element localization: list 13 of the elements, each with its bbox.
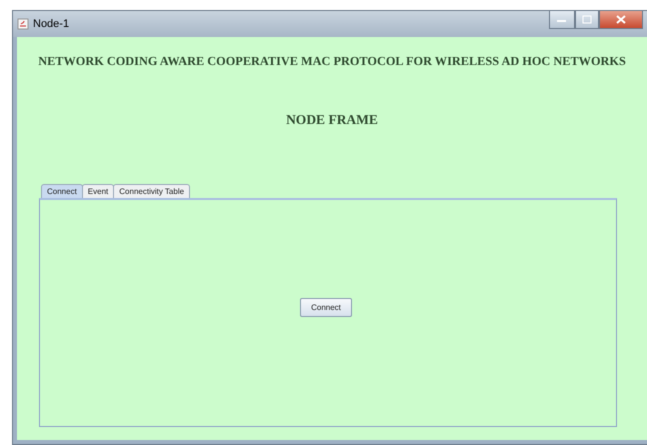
close-icon (616, 15, 626, 24)
minimize-icon (557, 18, 567, 22)
window-title: Node-1 (33, 18, 70, 30)
tab[interactable]: Connect (41, 184, 83, 198)
minimize-button[interactable] (549, 11, 575, 29)
maximize-icon (582, 15, 592, 24)
maximize-button[interactable] (575, 11, 599, 29)
connect-button[interactable]: Connect (300, 298, 352, 316)
tab[interactable]: Connectivity Table (113, 184, 190, 198)
frame-heading: NODE FRAME (286, 112, 378, 128)
close-button[interactable] (599, 11, 643, 29)
app-heading: NETWORK CODING AWARE COOPERATIVE MAC PROTOCOL FOR WIRELESS AD HOC NETWORKS (38, 54, 626, 69)
tab[interactable]: Event (82, 184, 114, 198)
